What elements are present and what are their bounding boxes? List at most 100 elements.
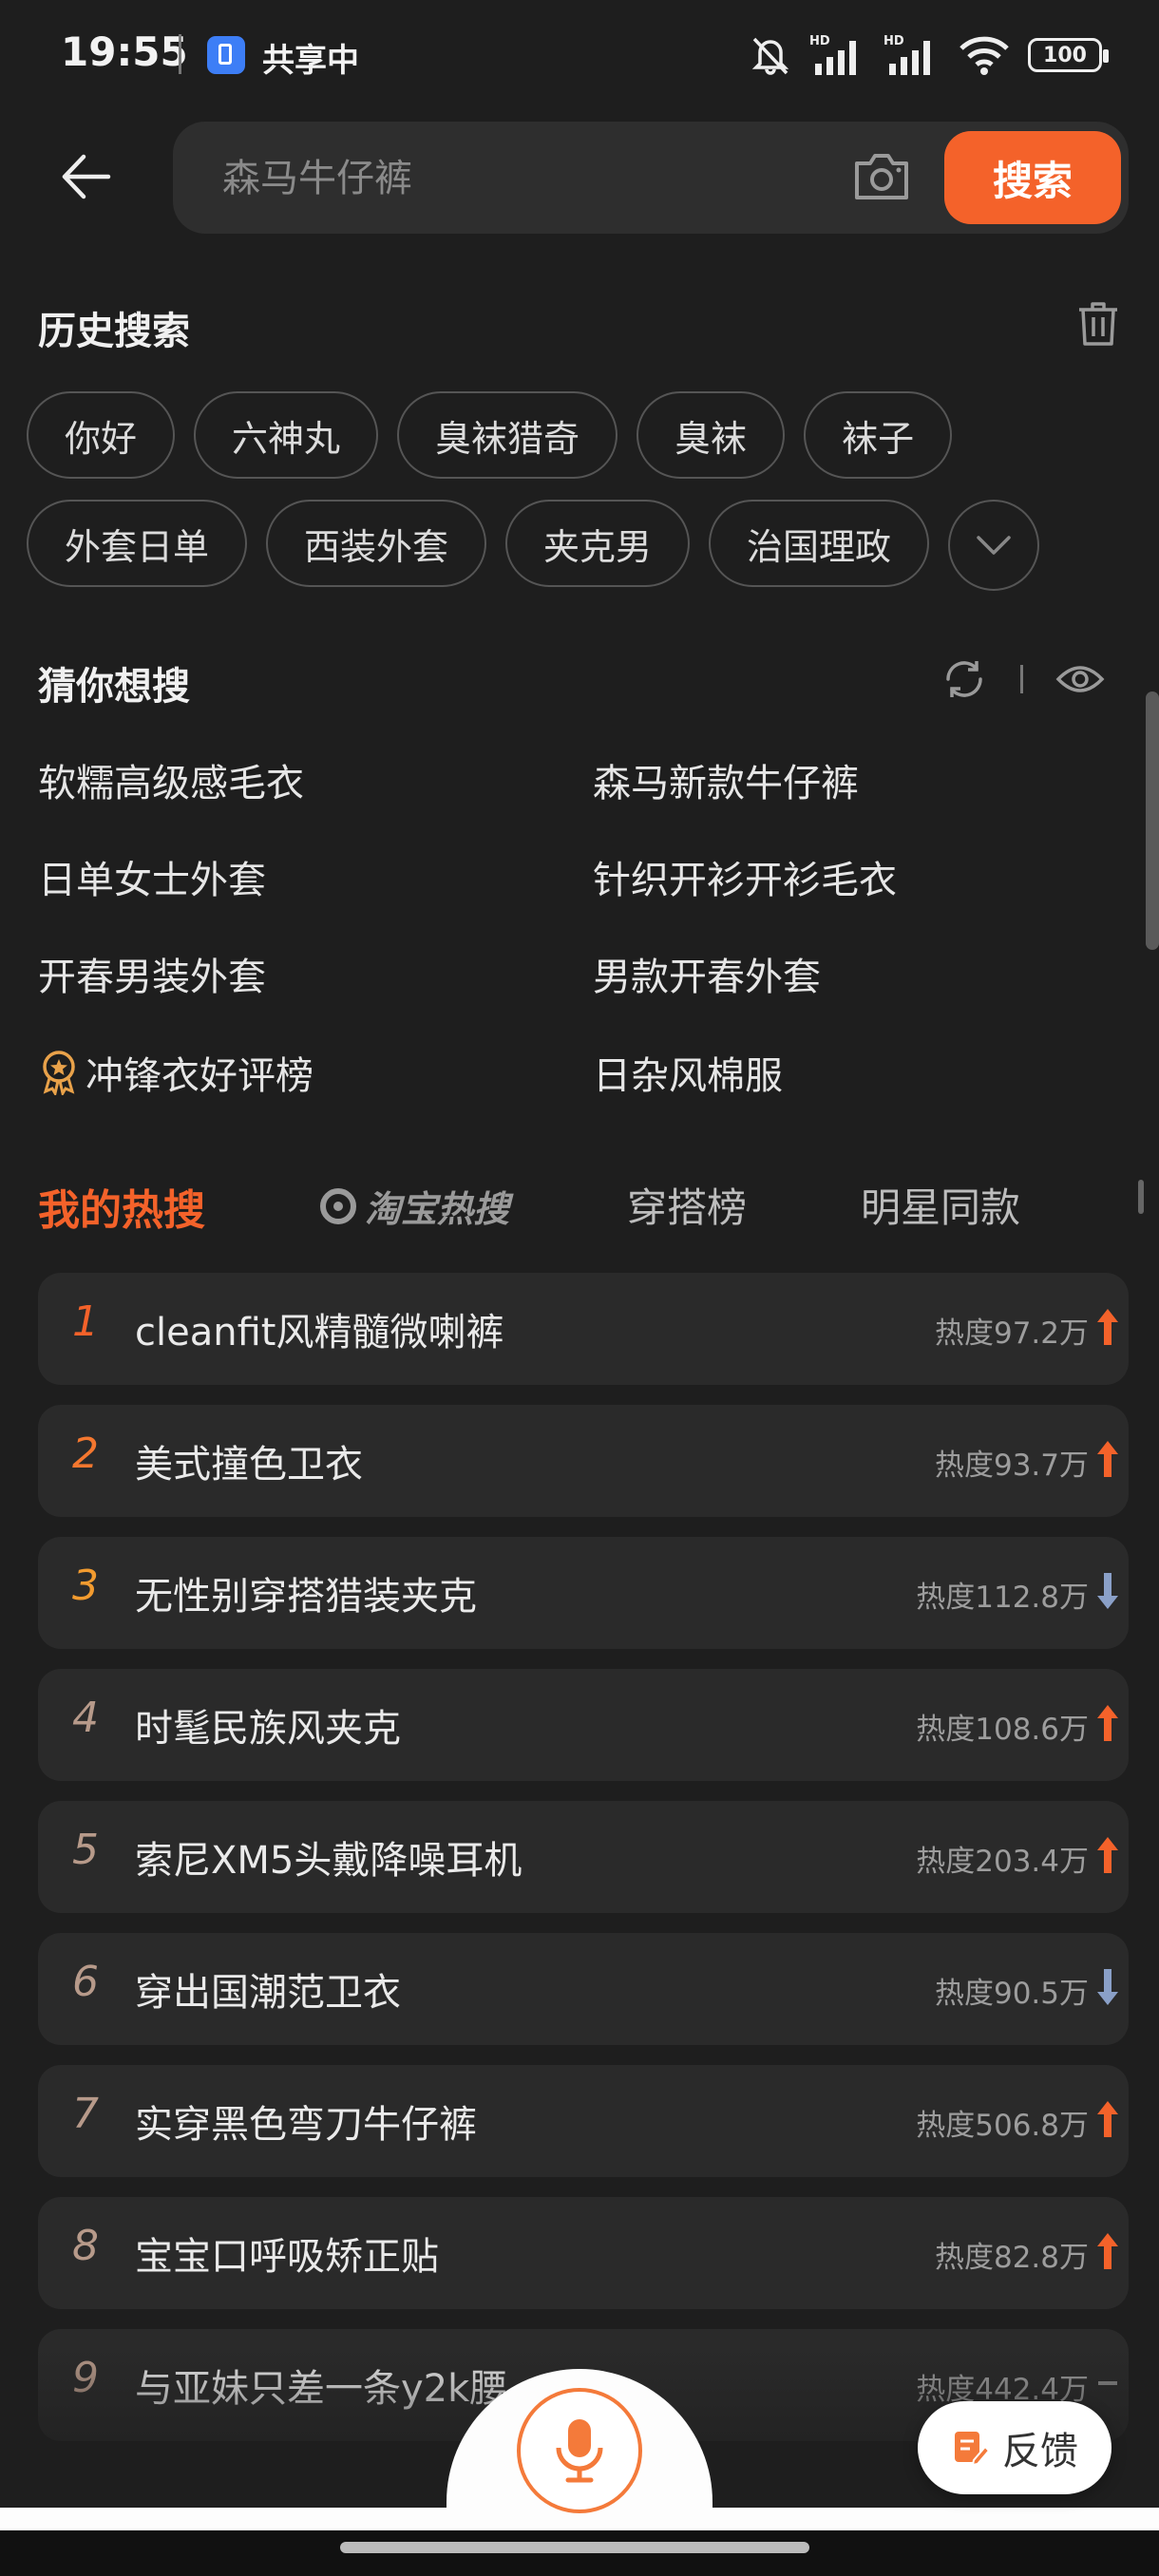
guess-tools: [940, 655, 1105, 703]
guess-item[interactable]: 针织开衫开衫毛衣: [593, 849, 897, 904]
wifi-icon: [960, 36, 1009, 75]
rank-title: 实穿黑色弯刀牛仔裤: [135, 2103, 477, 2147]
screen-share-icon: [207, 36, 245, 74]
guess-item-ranked[interactable]: 冲锋衣好评榜: [38, 1045, 314, 1100]
history-chip[interactable]: 西装外套: [266, 500, 487, 587]
rank-title: 穿出国潮范卫衣: [135, 1971, 401, 2015]
trend-down-icon: [1097, 1573, 1118, 1609]
award-badge-icon: [43, 1051, 75, 1095]
trend-up-icon: [1097, 1837, 1118, 1873]
history-chip[interactable]: 袜子: [804, 391, 953, 479]
status-time: 19:55: [61, 28, 188, 75]
tab-taobao-hot-label: 淘宝热搜: [365, 1188, 510, 1230]
arrow-left-icon: [62, 154, 111, 199]
hot-list-row[interactable]: 5 索尼XM5头戴降噪耳机 热度203.4万: [38, 1801, 1129, 1913]
hot-tabs: 我的热搜 淘宝热搜 穿搭榜 明星同款: [38, 1176, 1159, 1242]
refresh-icon[interactable]: [940, 655, 988, 703]
back-button[interactable]: [49, 141, 122, 213]
eye-icon[interactable]: [1055, 660, 1105, 698]
rank-title: 索尼XM5头戴降噪耳机: [135, 1839, 522, 1883]
heat-value: 热度82.8万: [934, 2241, 1089, 2275]
heat-value: 热度203.4万: [916, 1845, 1089, 1879]
rank-number: 3: [72, 1562, 99, 1610]
rank-title: 无性别穿搭猎装夹克: [135, 1575, 477, 1619]
rank-number: 7: [72, 2090, 99, 2138]
guess-item[interactable]: 日杂风棉服: [593, 1045, 783, 1100]
history-chip[interactable]: 治国理政: [709, 500, 930, 587]
tab-taobao-hot[interactable]: 淘宝热搜: [319, 1180, 509, 1232]
status-icons: HD HD 100: [749, 28, 1109, 82]
camera-icon: [855, 154, 908, 199]
camera-search-button[interactable]: [851, 148, 912, 205]
rank-number: 6: [72, 1958, 99, 2006]
rank-number: 5: [72, 1826, 99, 1874]
tab-outfit-rank[interactable]: 穿搭榜: [627, 1176, 747, 1234]
status-bar: 19:55 共享中 HD HD 100: [0, 0, 1159, 114]
search-bar: 搜索: [173, 122, 1129, 236]
history-chip[interactable]: 外套日单: [27, 500, 248, 587]
svg-text:HD: HD: [884, 34, 904, 48]
battery-level: 100: [1043, 43, 1087, 67]
rank-number: 8: [72, 2222, 99, 2270]
history-title: 历史搜索: [38, 310, 190, 353]
microphone-icon: [556, 2419, 603, 2483]
rank-title: cleanfit风精髓微喇裤: [135, 1311, 504, 1354]
clear-history-button[interactable]: [1072, 296, 1125, 350]
search-input[interactable]: [220, 122, 794, 236]
rank-number: 1: [72, 1297, 99, 1346]
feedback-button[interactable]: 反馈: [918, 2401, 1112, 2494]
history-chips-row-1: 你好 六神丸 臭袜猎奇 臭袜 袜子: [27, 391, 953, 479]
heat-value: 热度97.2万: [934, 1316, 1089, 1351]
trend-up-icon: [1097, 2233, 1118, 2269]
guess-item[interactable]: 开春男装外套: [38, 946, 266, 1001]
feedback-label: 反馈: [1002, 2430, 1078, 2473]
trend-up-icon: [1097, 1705, 1118, 1741]
guess-item[interactable]: 森马新款牛仔裤: [593, 752, 859, 807]
hot-list-row[interactable]: 4 时髦民族风夹克 热度108.6万: [38, 1669, 1129, 1781]
heat-value: 热度506.8万: [916, 2109, 1089, 2143]
home-indicator[interactable]: [340, 2542, 809, 2553]
guess-item[interactable]: 软糯高级感毛衣: [38, 752, 304, 807]
history-chip[interactable]: 臭袜猎奇: [397, 391, 618, 479]
trend-up-icon: [1097, 1441, 1118, 1477]
hot-list-row[interactable]: 3 无性别穿搭猎装夹克 热度112.8万: [38, 1537, 1129, 1649]
hot-list-row[interactable]: 8 宝宝口呼吸矫正贴 热度82.8万: [38, 2197, 1129, 2309]
heat-value: 热度108.6万: [916, 1713, 1089, 1747]
trend-down-icon: [1097, 1969, 1118, 2005]
rank-number: 4: [72, 1694, 99, 1742]
history-chip[interactable]: 夹克男: [505, 500, 691, 587]
status-divider: [179, 34, 181, 74]
heat-value: 热度93.7万: [934, 1449, 1089, 1483]
expand-history-button[interactable]: [948, 500, 1040, 591]
hd-signal-icon: HD: [884, 34, 930, 75]
tab-celebrity-style[interactable]: 明星同款: [861, 1176, 1020, 1234]
rank-title: 美式撞色卫衣: [135, 1443, 363, 1487]
history-chip[interactable]: 臭袜: [636, 391, 786, 479]
trend-up-icon: [1097, 2101, 1118, 2137]
battery-icon: 100: [1028, 38, 1109, 72]
hd-signal-icon: HD: [809, 34, 856, 75]
share-status-label: 共享中: [262, 42, 359, 80]
heat-value: 热度90.5万: [934, 1977, 1089, 2011]
svg-text:HD: HD: [809, 34, 830, 48]
hot-list-row[interactable]: 2 美式撞色卫衣 热度93.7万: [38, 1405, 1129, 1517]
chevron-down-icon: [977, 536, 1011, 555]
search-button[interactable]: 搜索: [944, 131, 1121, 224]
rank-number: 2: [72, 1430, 99, 1478]
voice-search-button[interactable]: [517, 2388, 642, 2513]
hot-list-row[interactable]: 6 穿出国潮范卫衣 热度90.5万: [38, 1933, 1129, 2045]
guess-item-label: 冲锋衣好评榜: [86, 1054, 314, 1098]
navigation-bar: [0, 2530, 1159, 2576]
trend-up-icon: [1097, 1309, 1118, 1345]
tab-more-partial[interactable]: [1138, 1176, 1159, 1223]
history-chip[interactable]: 六神丸: [194, 391, 379, 479]
taobao-logo-icon: [320, 1187, 356, 1224]
history-chip[interactable]: 你好: [27, 391, 176, 479]
scrollbar[interactable]: [1146, 691, 1159, 950]
guess-item[interactable]: 男款开春外套: [593, 946, 821, 1001]
tab-my-hot[interactable]: 我的热搜: [38, 1176, 205, 1237]
guess-item[interactable]: 日单女士外套: [38, 849, 266, 904]
hot-list-row[interactable]: 1 cleanfit风精髓微喇裤 热度97.2万: [38, 1273, 1129, 1385]
hot-list-row[interactable]: 7 实穿黑色弯刀牛仔裤 热度506.8万: [38, 2065, 1129, 2177]
rank-title: 宝宝口呼吸矫正贴: [135, 2235, 439, 2279]
